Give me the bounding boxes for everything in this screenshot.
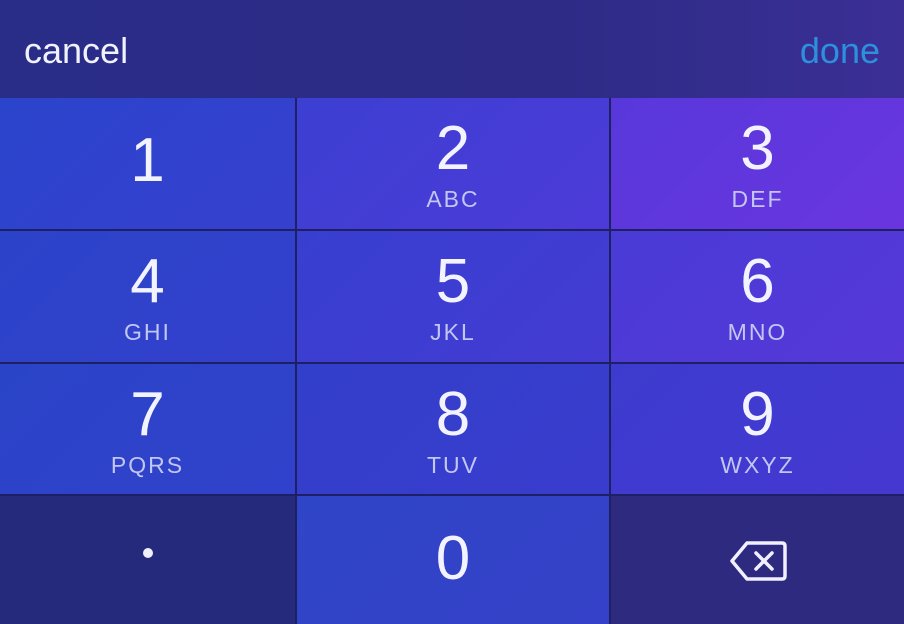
key-letters: PQRS xyxy=(110,452,185,478)
backspace-icon xyxy=(729,541,787,581)
key-digit: 5 xyxy=(435,247,471,316)
key-letters: JKL xyxy=(430,319,476,345)
key-letters: DEF xyxy=(731,186,784,212)
key-digit: 9 xyxy=(740,380,775,449)
key-digit: 1 xyxy=(130,126,165,195)
numeric-keypad-screen: cancel done 1 2 ABC 3 DEF 4 GHI 5 JKL 6 … xyxy=(0,0,904,624)
dot-icon xyxy=(142,548,153,558)
key-digit: 8 xyxy=(435,380,471,449)
key-2[interactable]: 2 ABC xyxy=(297,98,611,231)
key-8[interactable]: 8 TUV xyxy=(297,364,611,496)
key-6[interactable]: 6 MNO xyxy=(611,231,904,364)
key-letters: ABC xyxy=(426,186,480,212)
key-digit: 3 xyxy=(740,114,775,183)
key-digit: 4 xyxy=(130,247,165,316)
key-letters: WXYZ xyxy=(720,452,795,478)
key-5[interactable]: 5 JKL xyxy=(297,231,611,364)
done-button[interactable]: done xyxy=(800,30,880,72)
top-bar: cancel done xyxy=(0,0,904,99)
key-letters: MNO xyxy=(727,319,788,345)
key-letters: GHI xyxy=(124,319,171,345)
key-4[interactable]: 4 GHI xyxy=(0,231,297,364)
key-0[interactable]: 0 xyxy=(297,496,611,624)
key-letters: TUV xyxy=(427,452,479,478)
key-digit: 2 xyxy=(435,114,471,183)
keypad: 1 2 ABC 3 DEF 4 GHI 5 JKL 6 MNO 7 PQRS 8… xyxy=(0,98,904,624)
key-9[interactable]: 9 WXYZ xyxy=(611,364,904,496)
key-1[interactable]: 1 xyxy=(0,98,297,231)
cancel-button[interactable]: cancel xyxy=(24,30,128,72)
key-7[interactable]: 7 PQRS xyxy=(0,364,297,496)
decimal-key[interactable] xyxy=(0,496,297,624)
key-digit: 6 xyxy=(740,247,775,316)
key-digit: 7 xyxy=(130,380,165,449)
delete-key[interactable] xyxy=(611,496,904,624)
key-digit: 0 xyxy=(435,524,471,593)
key-3[interactable]: 3 DEF xyxy=(611,98,904,231)
